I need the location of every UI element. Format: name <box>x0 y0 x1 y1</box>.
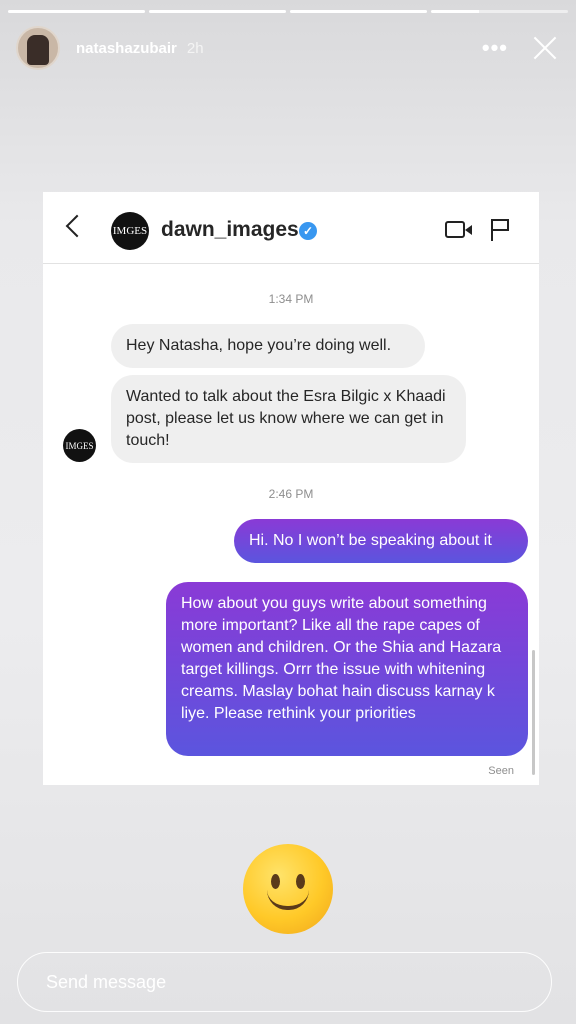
send-message-input[interactable]: Send message <box>17 952 552 1012</box>
dm-screenshot: IMGES dawn_images ✓ 1:34 PM Hey Natasha,… <box>43 192 539 785</box>
video-call-icon <box>445 221 472 238</box>
scrollbar <box>532 650 535 775</box>
dm-account-logo: IMGES <box>111 212 149 250</box>
close-icon[interactable] <box>530 33 560 63</box>
more-options-icon[interactable]: ••• <box>482 35 508 61</box>
message-timestamp: 1:34 PM <box>268 292 314 306</box>
verified-badge-icon: ✓ <box>299 222 317 240</box>
sender-avatar: IMGES <box>63 429 96 462</box>
back-arrow-icon <box>65 214 89 238</box>
send-message-placeholder: Send message <box>46 972 167 992</box>
progress-segment <box>290 10 427 13</box>
dm-header: IMGES dawn_images ✓ <box>43 192 539 264</box>
message-timestamp: 2:46 PM <box>268 487 314 501</box>
sent-message: How about you guys write about something… <box>166 582 528 756</box>
sent-message: Hi. No I won’t be speaking about it <box>234 519 528 563</box>
username[interactable]: natashazubair <box>76 40 177 57</box>
story-progress-bar <box>8 10 568 13</box>
avatar[interactable] <box>16 26 60 70</box>
story-header: natashazubair 2h ••• <box>16 24 560 72</box>
progress-segment-current <box>431 10 568 13</box>
received-message: Wanted to talk about the Esra Bilgic x K… <box>111 375 466 463</box>
dm-account-name: dawn_images <box>161 218 299 241</box>
progress-segment <box>149 10 286 13</box>
seen-status: Seen <box>488 765 514 777</box>
smiley-reaction-icon[interactable] <box>243 844 333 934</box>
post-time: 2h <box>186 39 204 57</box>
flag-icon <box>491 219 511 241</box>
progress-segment <box>8 10 145 13</box>
received-message: Hey Natasha, hope you’re doing well. <box>111 324 425 368</box>
